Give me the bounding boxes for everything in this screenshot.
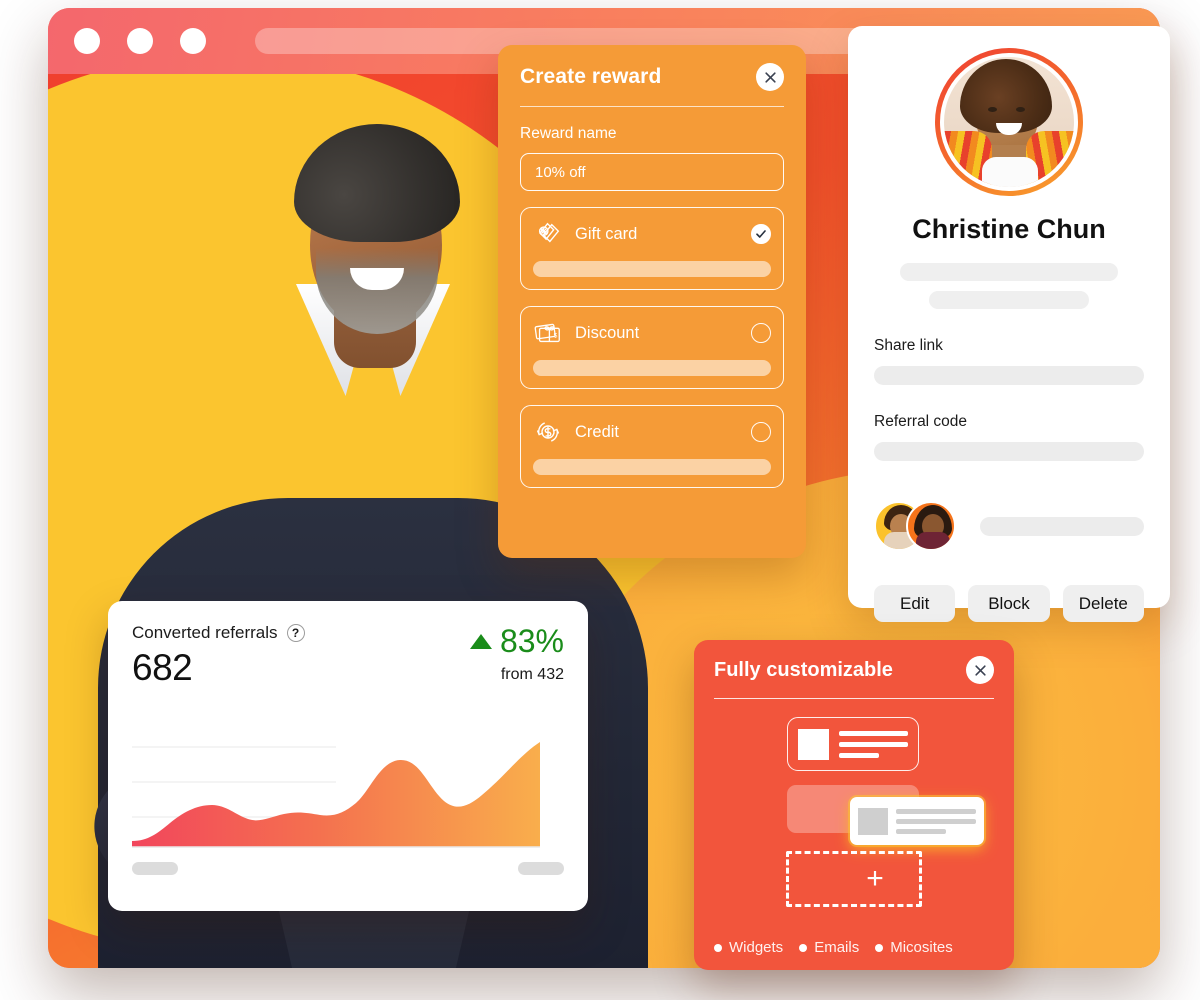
chart-primary-value: 682 [132,647,193,688]
chart-footer-placeholders [132,862,564,875]
dragged-widget-card[interactable] [850,797,984,846]
widget-image-placeholder [798,728,829,760]
chip-emails: Emails [799,939,859,956]
reward-option-label: Gift card [575,224,638,243]
page-title: Christine Chun [912,214,1106,244]
header-divider [714,698,994,700]
block-button[interactable]: Block [968,585,1050,622]
avatar [935,48,1083,196]
reward-name-input[interactable]: 10% off [520,153,784,191]
reward-option-label: Credit [575,422,620,441]
fully-customizable-card: Fully customizable + Widgets Emails Mico… [694,640,1014,970]
trend-up-icon [469,634,492,649]
edit-button[interactable]: Edit [874,585,956,622]
create-reward-modal: Create reward Reward name 10% off Gift c… [498,45,806,558]
chart-title-row: Converted referrals ? [132,623,305,643]
widget-text-line [839,741,908,747]
reward-option-label: Discount [575,323,640,342]
widget-image-placeholder [858,807,888,835]
widget-outline-block[interactable] [787,717,919,772]
chip-widgets: Widgets [714,939,783,956]
chip-label: Emails [814,939,860,956]
widget-text-line [839,752,880,758]
converted-referrals-card: Converted referrals ? 682 83% from 432 [108,601,588,911]
bullet-dot-icon [875,943,884,952]
svg-text:$: $ [554,333,558,340]
close-icon[interactable] [756,63,784,91]
chart-axis-placeholder [132,862,178,875]
widget-text-line [896,808,976,814]
reward-option-credit[interactable]: Credit [520,405,784,488]
custom-card-chips: Widgets Emails Micosites [714,939,994,956]
chart-delta: 83% [469,623,564,660]
close-icon[interactable] [966,656,994,684]
profile-actions: Edit Block Delete [874,585,1144,622]
widget-canvas: + [714,713,994,921]
chart-comparison: from 432 [500,666,564,683]
chart-axis-placeholder [518,862,564,875]
discount-voucher-icon: $ [533,318,563,348]
area-chart [108,729,588,859]
widget-text-line [896,828,946,834]
reward-option-radio[interactable] [751,422,771,442]
maximize-dot[interactable] [180,28,206,54]
screenshot-root: Create reward Reward name 10% off Gift c… [0,0,1200,1000]
custom-card-title: Fully customizable [714,658,893,681]
chip-label: Micosites [890,939,953,956]
reward-name-label: Reward name [520,125,617,142]
widget-text-line [896,818,976,824]
bullet-dot-icon [799,943,808,952]
minimize-dot[interactable] [127,28,153,54]
share-link-field[interactable] [874,366,1144,385]
chart-delta-value: 83% [499,623,564,659]
profile-placeholder-line [929,291,1089,309]
bullet-dot-icon [714,943,722,952]
chip-micosites: Micosites [875,939,953,956]
help-question-icon[interactable]: ? [286,624,305,642]
reward-option-placeholder-bar [533,459,771,475]
close-dot[interactable] [74,28,100,54]
avatar [906,501,956,551]
referred-users-placeholder [980,516,1144,536]
reward-option-radio[interactable] [751,323,771,343]
share-link-label: Share link [874,337,943,354]
reward-option-placeholder-bar [533,360,771,376]
avatar-group[interactable] [874,501,956,551]
widget-text-line [839,730,908,736]
referral-code-label: Referral code [874,413,968,430]
create-reward-title: Create reward [520,65,662,88]
referred-users-row [874,501,1144,551]
create-reward-header: Create reward [520,63,784,91]
reward-option-placeholder-bar [533,261,771,277]
widget-drop-zone[interactable]: + [786,851,922,908]
plus-icon: + [866,862,884,896]
reward-option-gift-card[interactable]: Gift card [520,207,784,290]
credit-refresh-dollar-icon [533,417,563,447]
gift-card-tag-icon [533,219,563,249]
reward-option-radio-selected[interactable] [751,224,771,244]
header-divider [520,106,784,107]
profile-placeholder-line [900,263,1118,281]
referral-code-field[interactable] [874,442,1144,461]
profile-card: Christine Chun Share link Referral code … [848,26,1170,622]
chip-label: Widgets [729,939,784,956]
delete-button[interactable]: Delete [1062,585,1144,622]
reward-option-discount[interactable]: $ Discount [520,306,784,389]
chart-title: Converted referrals [132,623,278,642]
